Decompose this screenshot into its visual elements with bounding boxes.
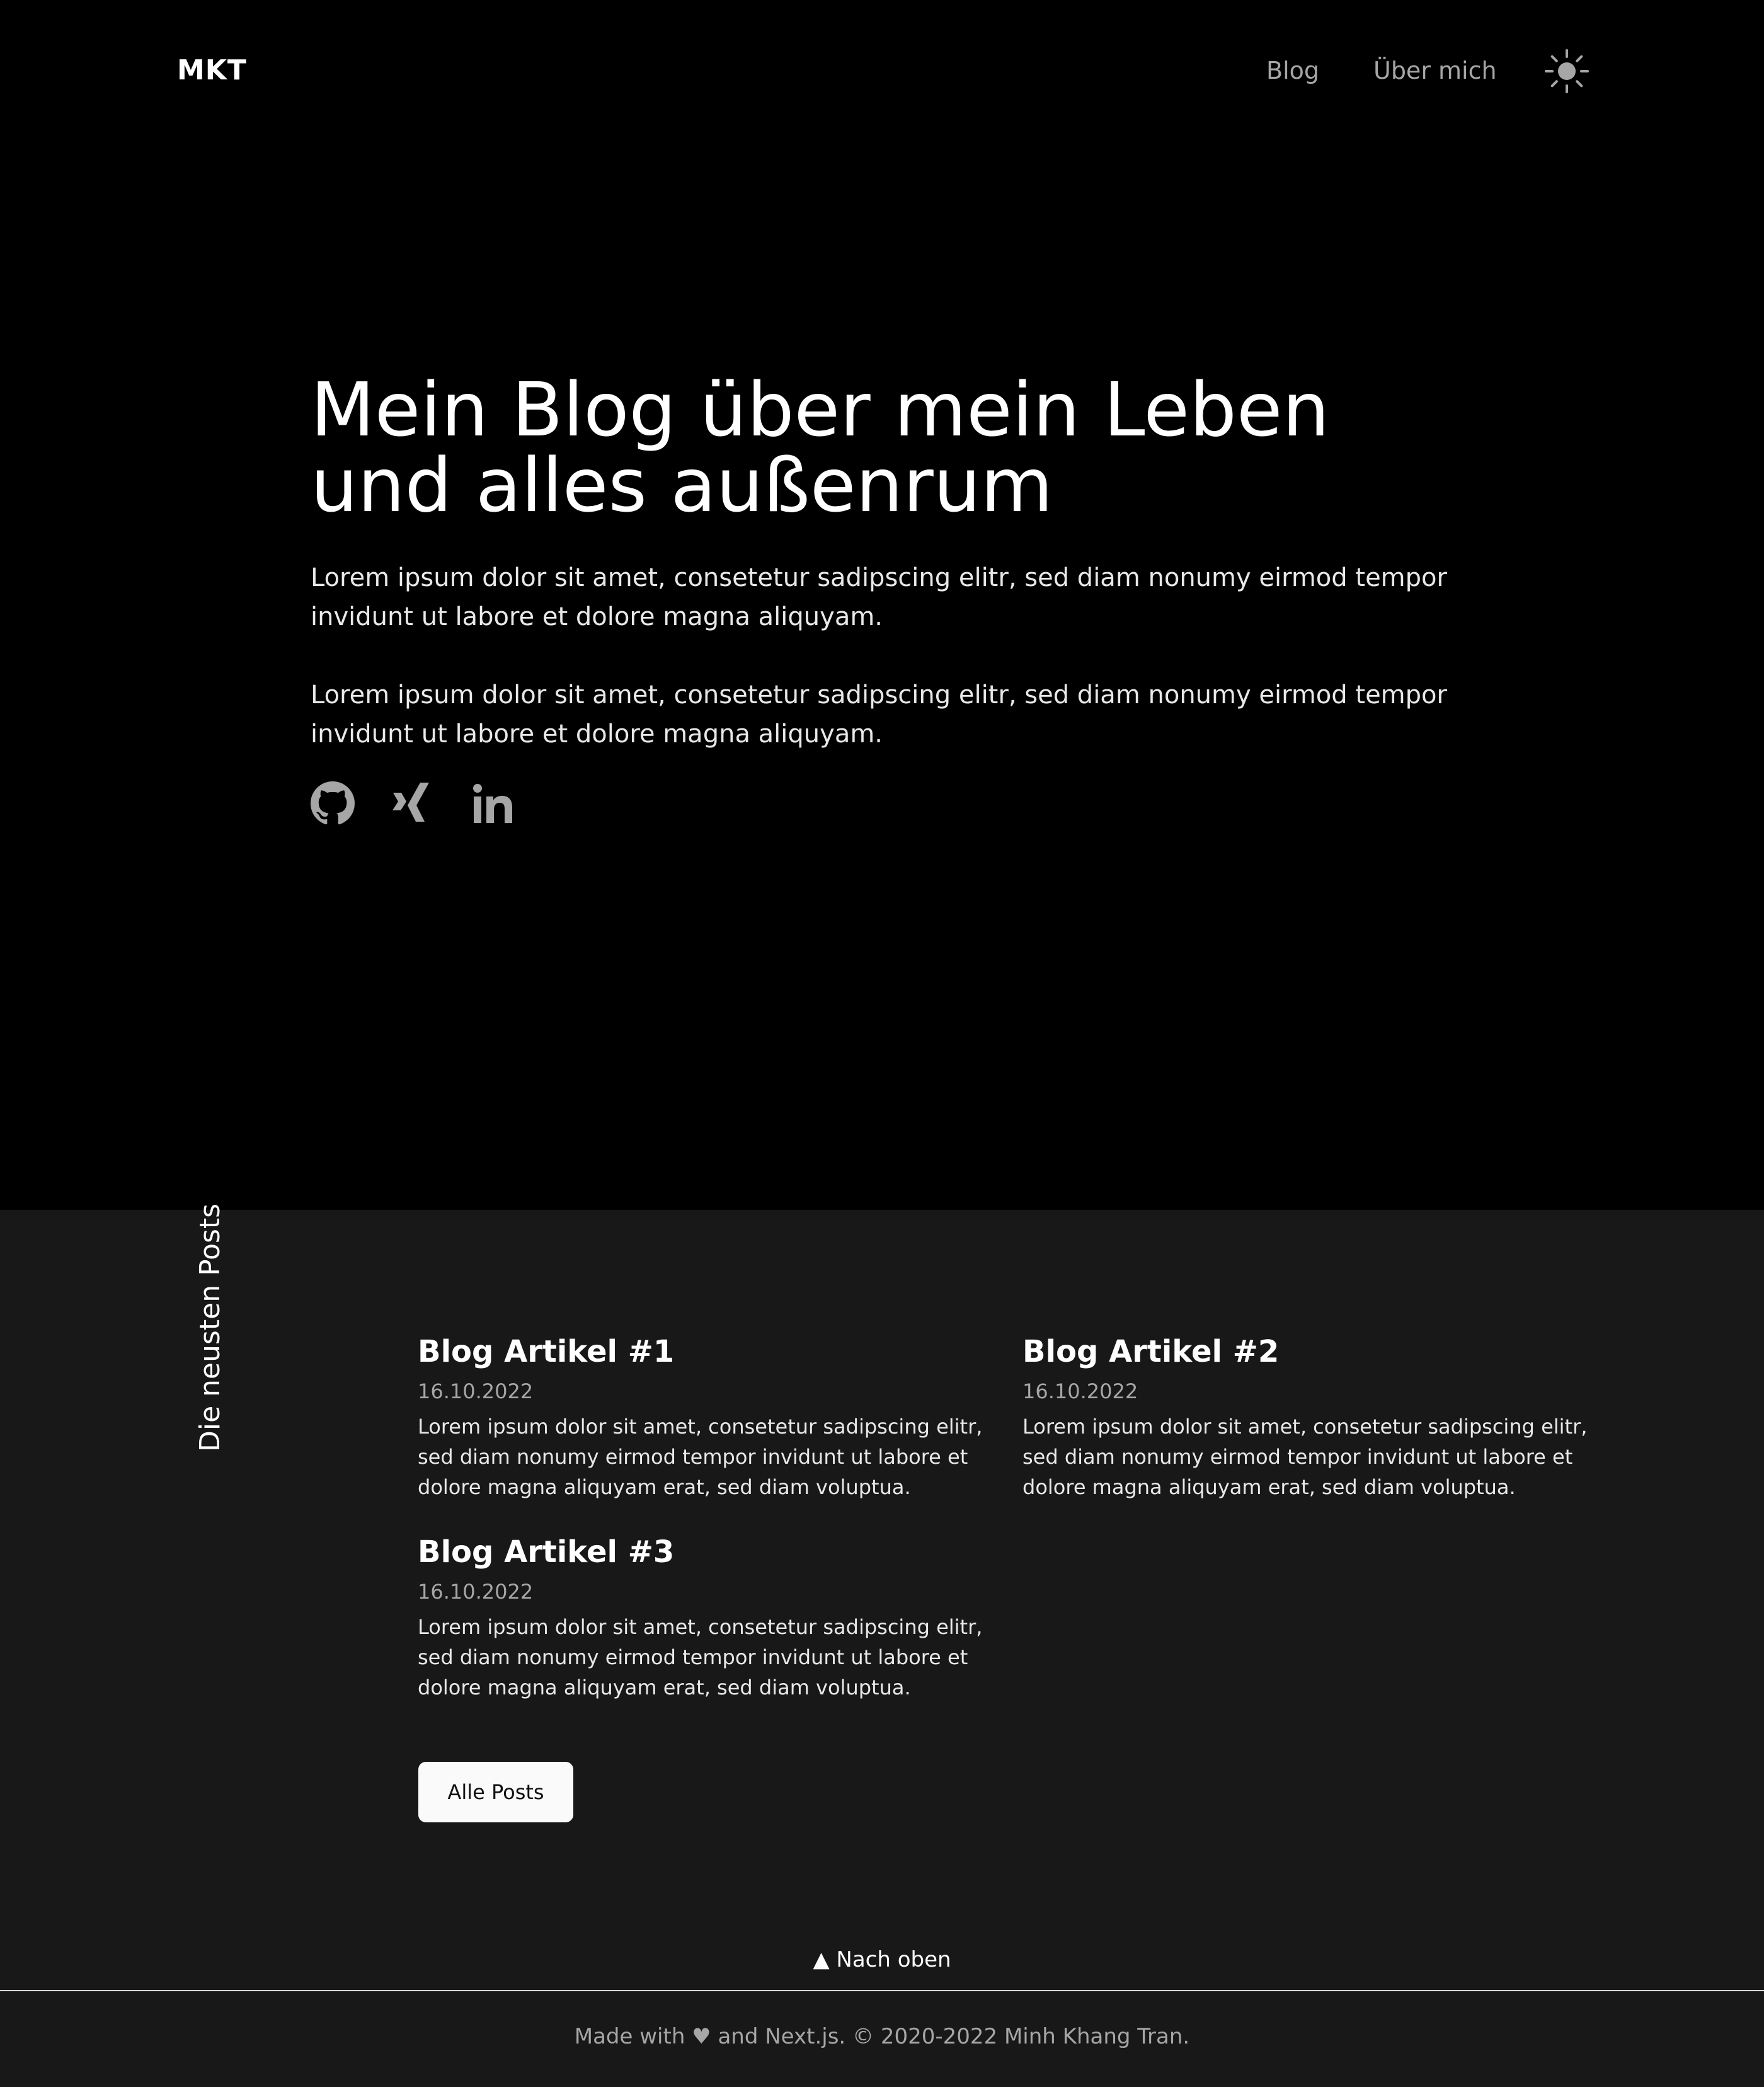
github-icon	[311, 781, 355, 825]
theme-toggle-button[interactable]	[1545, 49, 1589, 93]
site-logo[interactable]: MKT	[177, 54, 247, 86]
hero-title-line-1: Mein Blog über mein Leben	[311, 366, 1330, 453]
post-title-link[interactable]: Blog Artikel #3	[418, 1530, 985, 1574]
post-date: 16.10.2022	[418, 1580, 534, 1604]
section-label: Die neusten Posts	[194, 1203, 226, 1452]
xing-icon	[392, 783, 429, 822]
back-to-top-link[interactable]: ▲ Nach oben	[0, 1947, 1764, 1972]
post-card: Blog Artikel #3 16.10.2022 Lorem ipsum d…	[418, 1530, 985, 1703]
all-posts-button[interactable]: Alle Posts	[418, 1762, 573, 1822]
post-title-link[interactable]: Blog Artikel #2	[1022, 1330, 1589, 1374]
post-date: 16.10.2022	[1022, 1379, 1138, 1403]
post-card: Blog Artikel #2 16.10.2022 Lorem ipsum d…	[1022, 1330, 1589, 1502]
github-link[interactable]	[311, 781, 355, 825]
footer-credit: Made with ♥ and Next.js. © 2020-2022 Min…	[574, 2024, 1190, 2049]
post-excerpt: Lorem ipsum dolor sit amet, consetetur s…	[418, 1615, 983, 1699]
linkedin-icon	[473, 784, 512, 823]
hero-paragraph: Lorem ipsum dolor sit amet, consetetur s…	[311, 681, 1447, 749]
post-date: 16.10.2022	[418, 1379, 534, 1403]
post-card: Blog Artikel #1 16.10.2022 Lorem ipsum d…	[418, 1330, 985, 1502]
post-title-link[interactable]: Blog Artikel #1	[418, 1330, 985, 1374]
post-excerpt: Lorem ipsum dolor sit amet, consetetur s…	[418, 1415, 983, 1499]
nav-link-about[interactable]: Über mich	[1373, 57, 1497, 84]
sun-icon	[1545, 49, 1589, 93]
hero-title-line-2: und alles außenrum	[311, 442, 1053, 529]
linkedin-link[interactable]	[471, 781, 515, 825]
hero-title: Mein Blog über mein Leben und alles auße…	[311, 372, 1508, 523]
nav-link-blog[interactable]: Blog	[1266, 57, 1319, 84]
post-excerpt: Lorem ipsum dolor sit amet, consetetur s…	[1022, 1415, 1588, 1499]
footer-divider	[0, 1990, 1764, 1991]
hero-paragraph: Lorem ipsum dolor sit amet, consetetur s…	[311, 563, 1447, 631]
xing-link[interactable]	[391, 781, 435, 825]
